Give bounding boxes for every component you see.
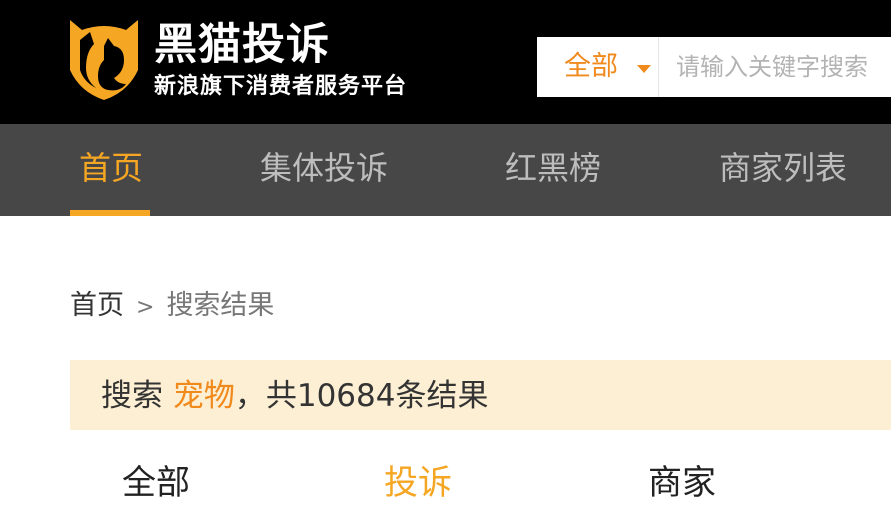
site-header: 黑猫投诉 新浪旗下消费者服务平台 全部	[0, 0, 891, 124]
search-result-summary-bar: 搜索 宠物，共10684条结果	[70, 360, 891, 430]
breadcrumb-home-link[interactable]: 首页	[70, 290, 124, 321]
tab-complaints[interactable]: 投诉	[384, 461, 452, 505]
search-scope-label: 全部	[564, 51, 618, 82]
result-keyword: 宠物	[172, 378, 235, 414]
caret-down-icon	[637, 65, 651, 73]
breadcrumb-current: 搜索结果	[166, 290, 275, 321]
nav-item-label: 商家列表	[719, 149, 848, 187]
black-cat-shield-icon[interactable]	[68, 18, 140, 102]
nav-item-red-black-list[interactable]: 红黑榜	[505, 124, 601, 216]
nav-item-group-complaints[interactable]: 集体投诉	[260, 124, 388, 216]
search-box: 全部	[537, 37, 891, 97]
result-prefix: 搜索	[101, 378, 173, 414]
search-input[interactable]	[659, 37, 891, 97]
result-count-text: ，共10684条结果	[234, 378, 489, 414]
nav-item-home[interactable]: 首页	[79, 124, 143, 216]
breadcrumb: 首页 > 搜索结果	[70, 288, 274, 324]
result-summary-text: 搜索 宠物，共10684条结果	[101, 377, 488, 415]
tab-all[interactable]: 全部	[122, 461, 190, 505]
breadcrumb-separator: >	[136, 295, 155, 320]
nav-item-label: 红黑榜	[505, 149, 602, 187]
brand-subtitle: 新浪旗下消费者服务平台	[154, 74, 408, 99]
brand-title[interactable]: 黑猫投诉	[154, 20, 330, 70]
main-nav: 首页 集体投诉 红黑榜 商家列表	[0, 124, 891, 216]
nav-active-indicator	[70, 210, 150, 216]
nav-item-label: 集体投诉	[260, 149, 389, 187]
nav-item-label: 首页	[79, 149, 144, 187]
nav-item-merchant-list[interactable]: 商家列表	[719, 124, 847, 216]
tab-merchants[interactable]: 商家	[648, 461, 716, 505]
search-scope-select[interactable]: 全部	[537, 37, 658, 97]
